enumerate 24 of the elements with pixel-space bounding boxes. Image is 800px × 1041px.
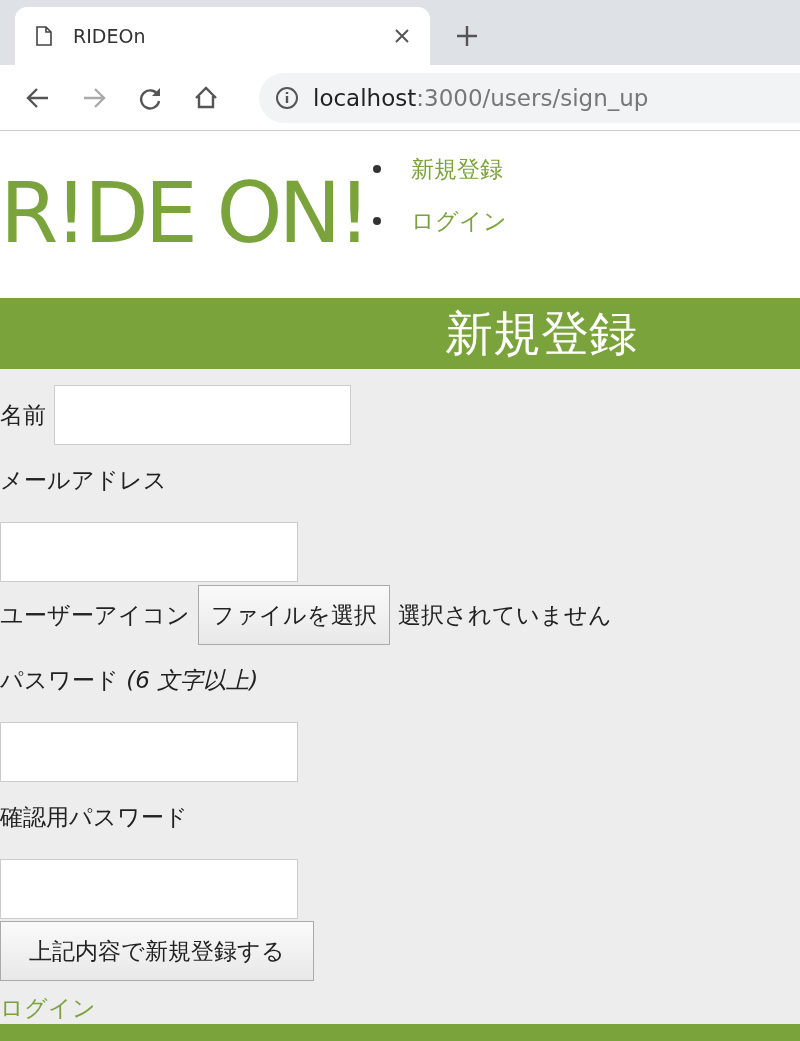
field-label: ユーザーアイコン [0,600,190,630]
page-title: 新規登録 [445,303,637,363]
input-field[interactable] [54,385,351,445]
plus-icon[interactable] [456,25,478,47]
bullet-icon [373,165,382,173]
choose-file-button[interactable]: ファイルを選択 [198,585,390,645]
input-field[interactable] [0,522,298,582]
input-field[interactable] [0,859,298,919]
document-icon [35,26,53,46]
address-bar[interactable]: localhost:3000/users/sign_up [259,72,800,123]
submit-button[interactable]: 上記内容で新規登録する [0,921,314,981]
field-label: 確認用パスワード [0,803,188,832]
bullet-icon [373,217,382,225]
browser-tab[interactable]: RIDEOn [15,7,430,65]
field-label: メールアドレス [0,466,167,495]
close-icon[interactable] [394,28,410,44]
input-field[interactable] [0,722,298,782]
url-text: localhost:3000/users/sign_up [313,84,649,111]
tab-title: RIDEOn [73,25,147,47]
info-icon [275,85,299,110]
home-icon[interactable] [193,84,219,111]
field-label: 名前 [0,400,46,430]
file-status: 選択されていません [398,600,612,630]
field-label: パスワード (6 文字以上) [0,666,259,695]
